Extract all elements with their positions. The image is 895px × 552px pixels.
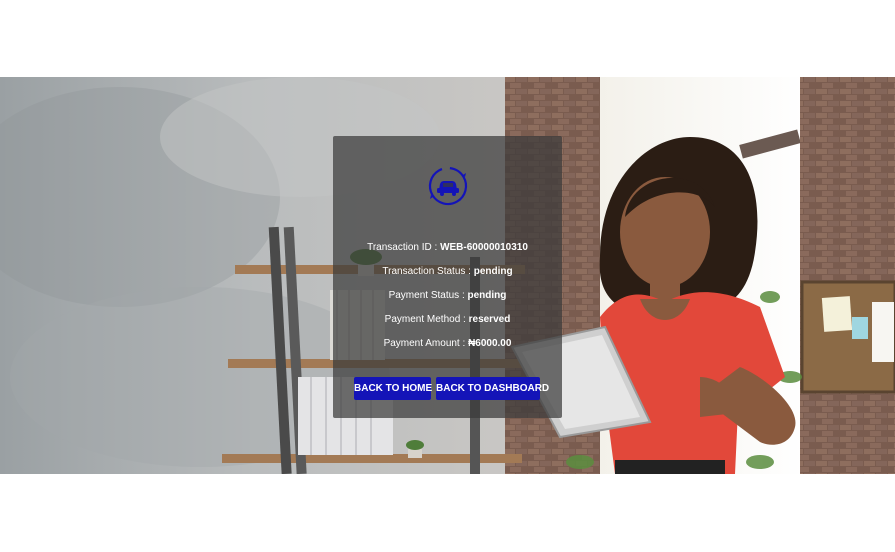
payment-method-value: reserved bbox=[468, 314, 511, 325]
transaction-id-row: Transaction ID : WEB-60000010310 bbox=[333, 242, 562, 253]
payment-amount-label: Payment Amount : bbox=[383, 338, 466, 349]
payment-amount-value: ₦6000.00 bbox=[468, 338, 512, 349]
payment-amount-row: Payment Amount : ₦6000.00 bbox=[333, 338, 562, 349]
hero-background: Transaction ID : WEB-60000010310 Transac… bbox=[0, 77, 895, 474]
transaction-status-label: Transaction Status : bbox=[382, 266, 471, 277]
transaction-id-value: WEB-60000010310 bbox=[440, 242, 528, 253]
transaction-card: Transaction ID : WEB-60000010310 Transac… bbox=[333, 136, 562, 418]
payment-status-value: pending bbox=[467, 290, 507, 301]
car-in-circle-icon bbox=[428, 166, 468, 206]
back-to-home-button[interactable]: BACK TO HOME bbox=[354, 377, 432, 400]
transaction-status-value: pending bbox=[473, 266, 513, 277]
transaction-id-label: Transaction ID : bbox=[367, 242, 438, 253]
back-to-dashboard-button[interactable]: BACK TO DASHBOARD bbox=[436, 377, 549, 400]
payment-method-row: Payment Method : reserved bbox=[333, 314, 562, 325]
payment-method-label: Payment Method : bbox=[384, 314, 466, 325]
payment-status-label: Payment Status : bbox=[388, 290, 465, 301]
payment-status-row: Payment Status : pending bbox=[333, 290, 562, 301]
transaction-status-row: Transaction Status : pending bbox=[333, 266, 562, 277]
